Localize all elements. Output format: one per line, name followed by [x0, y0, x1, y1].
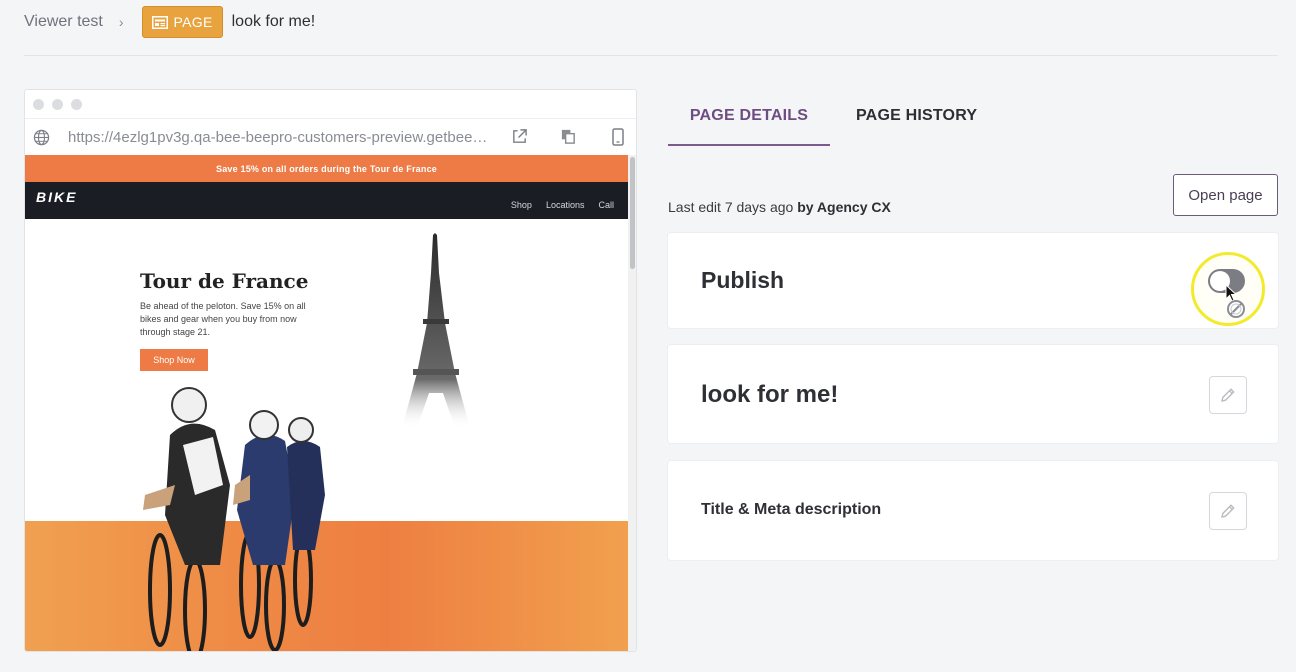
not-allowed-cursor-icon — [1225, 284, 1245, 318]
last-edit-info: Last edit 7 days ago by Agency CX — [668, 199, 891, 215]
window-dot — [71, 98, 82, 110]
preview-scrollbar-thumb[interactable] — [630, 157, 635, 269]
copy-icon[interactable] — [560, 128, 577, 145]
edit-page-title-button[interactable] — [1209, 376, 1247, 414]
page-preview-window: https://4ezlg1pv3g.qa-bee-beepro-custome… — [24, 89, 637, 652]
site-nav-call[interactable]: Call — [598, 200, 614, 210]
mobile-icon[interactable] — [611, 128, 625, 146]
site-logo: BIKE — [36, 189, 78, 205]
last-edit-author: by Agency CX — [797, 199, 891, 215]
page-type-badge: PAGE — [141, 6, 223, 38]
tab-page-history[interactable]: PAGE HISTORY — [856, 88, 977, 144]
tab-page-details[interactable]: PAGE DETAILS — [668, 88, 830, 146]
header-divider — [24, 55, 1278, 56]
last-edit-time: Last edit 7 days ago — [668, 199, 794, 215]
meta-description-label: Title & Meta description — [701, 501, 882, 518]
pencil-icon — [1221, 388, 1235, 402]
details-tabs: PAGE DETAILS PAGE HISTORY — [668, 88, 1278, 146]
edit-meta-description-button[interactable] — [1209, 492, 1247, 530]
breadcrumb-separator: › — [118, 14, 124, 30]
meta-description-card: Title & Meta description — [668, 461, 1278, 560]
page-title-card: look for me! — [668, 345, 1278, 443]
shop-now-button[interactable]: Shop Now — [140, 349, 208, 371]
breadcrumb: Viewer test › PAGE look for me! — [24, 6, 315, 38]
open-page-button[interactable]: Open page — [1173, 174, 1278, 216]
window-dot — [33, 98, 44, 110]
page-icon — [151, 15, 168, 29]
site-nav-shop[interactable]: Shop — [511, 200, 532, 210]
page-title-value: look for me! — [701, 381, 839, 408]
breadcrumb-current: look for me! — [231, 13, 316, 30]
site-nav-links: Shop Locations Call — [511, 200, 614, 210]
breadcrumb-root[interactable]: Viewer test — [24, 13, 103, 31]
cyclists-image — [143, 387, 325, 651]
hero-title: Tour de France — [140, 269, 309, 293]
landing-page-preview[interactable]: Save 15% on all orders during the Tour d… — [25, 155, 628, 651]
publish-label: Publish — [701, 267, 785, 293]
pencil-icon — [1221, 504, 1235, 518]
publish-card: Publish — [668, 233, 1278, 328]
tab-page-details-label: PAGE DETAILS — [689, 107, 809, 124]
hero-body: Be ahead of the peloton. Save 15% on all… — [140, 301, 306, 337]
tab-page-history-label: PAGE HISTORY — [856, 107, 978, 124]
window-controls — [25, 90, 636, 119]
preview-url[interactable]: https://4ezlg1pv3g.qa-bee-beepro-custome… — [68, 129, 488, 146]
page-badge-label: PAGE — [173, 14, 213, 30]
url-bar: https://4ezlg1pv3g.qa-bee-beepro-custome… — [25, 119, 636, 156]
globe-icon — [33, 129, 50, 146]
site-nav-locations[interactable]: Locations — [546, 200, 585, 210]
site-navbar: BIKE Shop Locations Call — [25, 182, 628, 219]
promo-banner: Save 15% on all orders during the Tour d… — [25, 155, 628, 182]
eiffel-tower-image — [402, 233, 470, 428]
external-link-icon[interactable] — [511, 128, 528, 145]
window-dot — [52, 98, 63, 110]
